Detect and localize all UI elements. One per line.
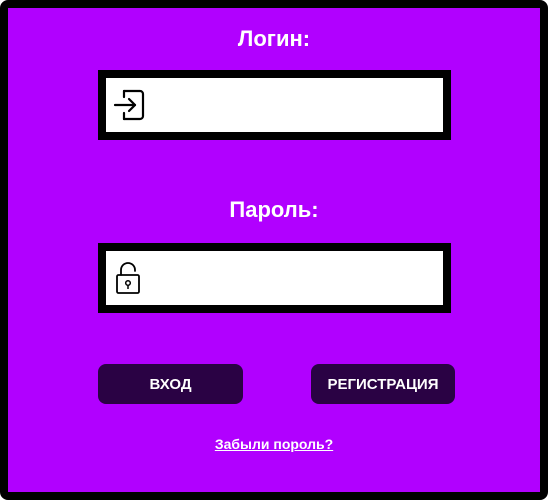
login-panel: Логин: Пароль: ВХОД РЕГИСТРАЦИЯ Забыли п… bbox=[0, 0, 548, 500]
password-input[interactable] bbox=[150, 251, 443, 305]
password-field[interactable] bbox=[98, 243, 451, 313]
register-button[interactable]: РЕГИСТРАЦИЯ bbox=[311, 364, 455, 404]
password-label: Пароль: bbox=[229, 197, 319, 222]
login-input[interactable] bbox=[150, 78, 443, 132]
login-label: Логин: bbox=[237, 26, 311, 51]
forgot-password-link[interactable]: Забыли пороль? bbox=[8, 436, 540, 452]
login-enter-icon bbox=[113, 89, 145, 121]
login-button[interactable]: ВХОД bbox=[98, 364, 243, 404]
padlock-icon bbox=[116, 262, 140, 294]
login-field[interactable] bbox=[98, 70, 451, 140]
